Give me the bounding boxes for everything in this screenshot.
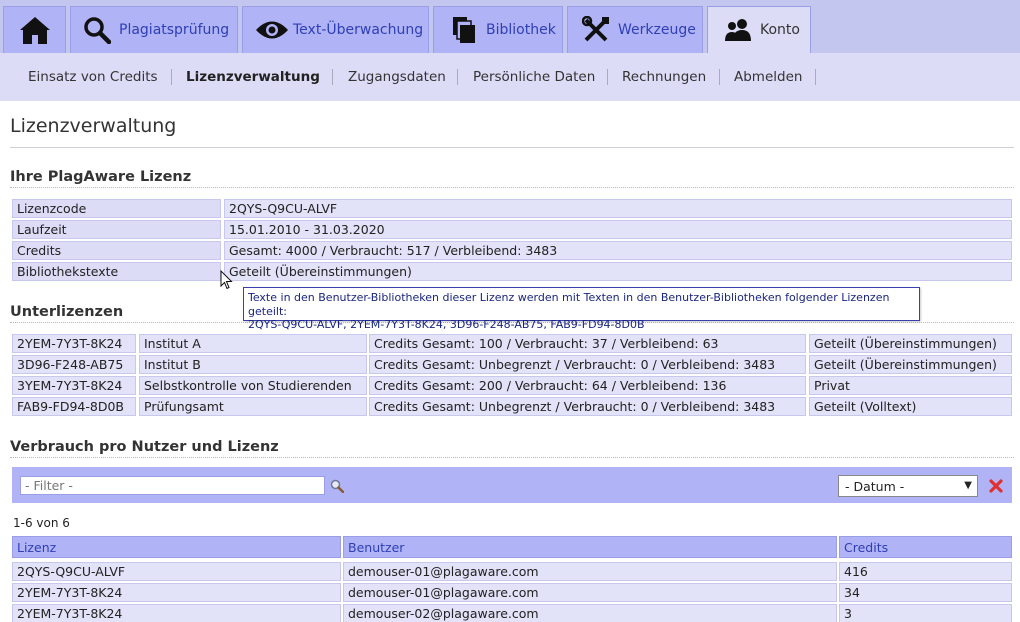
license-label: Credits — [12, 241, 221, 260]
sublicense-credits: Credits Gesamt: 200 / Verbraucht: 64 / V… — [369, 376, 806, 395]
date-select-value: - Datum - — [845, 478, 905, 494]
section-divider — [10, 187, 1014, 188]
search-icon[interactable] — [330, 479, 345, 497]
sublicense-credits: Credits Gesamt: Unbegrenzt / Verbraucht:… — [369, 397, 806, 416]
license-value: 15.01.2010 - 31.03.2020 — [224, 220, 1012, 239]
sublicense-code: 3D96-F248-AB75 — [12, 355, 136, 374]
subnav-einsatz-von-credits[interactable]: Einsatz von Credits — [28, 53, 158, 101]
tab-text-ueberwachung[interactable]: Text-Überwachung — [242, 6, 429, 53]
sharing-tooltip: Texte in den Benutzer-Bibliotheken diese… — [243, 287, 920, 331]
mouse-cursor-icon — [220, 269, 233, 294]
usage-license: 2YEM-7Y3T-8K24 — [12, 604, 341, 622]
sublicense-credits: Credits Gesamt: 100 / Verbraucht: 37 / V… — [369, 334, 806, 353]
subnav-abmelden[interactable]: Abmelden — [734, 53, 802, 101]
sublicense-code: 3YEM-7Y3T-8K24 — [12, 376, 136, 395]
sublicense-code: 2YEM-7Y3T-8K24 — [12, 334, 136, 353]
subnav-separator — [332, 69, 333, 85]
usage-credits: 3 — [839, 604, 1012, 622]
top-navigation: Plagiatsprüfung Text-Überwachung Bibliot… — [0, 0, 1020, 53]
license-value: Gesamt: 4000 / Verbraucht: 517 / Verblei… — [224, 241, 1012, 260]
sublicense-code: FAB9-FD94-8D0B — [12, 397, 136, 416]
usage-user: demouser-02@plagaware.com — [343, 604, 837, 622]
column-header-user[interactable]: Benutzer — [343, 536, 837, 558]
sublicense-credits: Credits Gesamt: Unbegrenzt / Verbraucht:… — [369, 355, 806, 374]
license-section-title: Ihre PlagAware Lizenz — [10, 169, 192, 185]
subnav-separator — [607, 69, 608, 85]
tab-plagiatspruefung[interactable]: Plagiatsprüfung — [70, 6, 238, 53]
usage-credits: 34 — [839, 583, 1012, 602]
home-icon — [19, 15, 51, 45]
tab-bibliothek[interactable]: Bibliothek — [433, 6, 563, 53]
tab-label: Konto — [760, 22, 800, 38]
sublicenses-section-title: Unterlizenzen — [10, 304, 124, 320]
title-divider — [10, 147, 1014, 148]
library-sharing-value[interactable]: Geteilt (Übereinstimmungen) — [224, 262, 1012, 281]
files-icon — [452, 16, 476, 44]
column-header-credits[interactable]: Credits — [839, 536, 1012, 558]
subnav-separator — [719, 69, 720, 85]
subnav-lizenzverwaltung[interactable]: Lizenzverwaltung — [186, 53, 320, 101]
tab-label: Text-Überwachung — [293, 22, 424, 38]
sublicense-name: Institut A — [139, 334, 367, 353]
sublicense-name: Institut B — [139, 355, 367, 374]
result-count: 1-6 von 6 — [13, 516, 70, 530]
tab-label: Plagiatsprüfung — [119, 22, 230, 38]
sublicense-name: Selbstkontrolle von Studierenden — [139, 376, 367, 395]
tooltip-line: Texte in den Benutzer-Bibliotheken diese… — [248, 291, 890, 318]
tooltip-line: 2QYS-Q9CU-ALVF, 2YEM-7Y3T-8K24, 3D96-F24… — [248, 318, 645, 331]
sub-navigation: Einsatz von Credits Lizenzverwaltung Zug… — [0, 53, 1020, 101]
subnav-separator — [171, 69, 172, 85]
tab-konto[interactable]: Konto — [707, 6, 811, 53]
subnav-separator — [457, 69, 458, 85]
page-title: Lizenzverwaltung — [10, 115, 177, 137]
eye-icon — [255, 19, 289, 41]
license-label: Bibliothekstexte — [12, 262, 221, 281]
usage-user: demouser-01@plagaware.com — [343, 583, 837, 602]
license-value: 2QYS-Q9CU-ALVF — [224, 199, 1012, 218]
section-divider — [10, 457, 1014, 458]
clear-filter-icon[interactable] — [989, 479, 1003, 497]
tab-label: Werkzeuge — [618, 22, 696, 38]
sublicense-sharing: Geteilt (Übereinstimmungen) — [809, 355, 1012, 374]
sublicense-sharing: Geteilt (Volltext) — [809, 397, 1012, 416]
users-icon — [724, 18, 752, 42]
usage-license: 2YEM-7Y3T-8K24 — [12, 583, 341, 602]
usage-credits: 416 — [839, 562, 1012, 581]
chevron-down-icon: ▼ — [964, 480, 972, 491]
subnav-zugangsdaten[interactable]: Zugangsdaten — [348, 53, 446, 101]
tools-icon — [582, 16, 610, 44]
subnav-persoenliche-daten[interactable]: Persönliche Daten — [473, 53, 595, 101]
search-icon — [83, 16, 111, 44]
tab-home[interactable] — [3, 6, 66, 53]
sublicense-sharing: Geteilt (Übereinstimmungen) — [809, 334, 1012, 353]
usage-section-title: Verbrauch pro Nutzer und Lizenz — [10, 439, 279, 455]
license-label: Lizenzcode — [12, 199, 221, 218]
tab-werkzeuge[interactable]: Werkzeuge — [567, 6, 703, 53]
filter-input[interactable]: - Filter - — [20, 476, 325, 495]
date-select[interactable]: - Datum - ▼ — [838, 475, 978, 497]
sublicense-name: Prüfungsamt — [139, 397, 367, 416]
subnav-rechnungen[interactable]: Rechnungen — [622, 53, 706, 101]
column-header-license[interactable]: Lizenz — [12, 536, 341, 558]
usage-license: 2QYS-Q9CU-ALVF — [12, 562, 341, 581]
tab-label: Bibliothek — [486, 22, 556, 38]
usage-user: demouser-01@plagaware.com — [343, 562, 837, 581]
subnav-separator — [815, 69, 816, 85]
license-label: Laufzeit — [12, 220, 221, 239]
sublicense-sharing: Privat — [809, 376, 1012, 395]
